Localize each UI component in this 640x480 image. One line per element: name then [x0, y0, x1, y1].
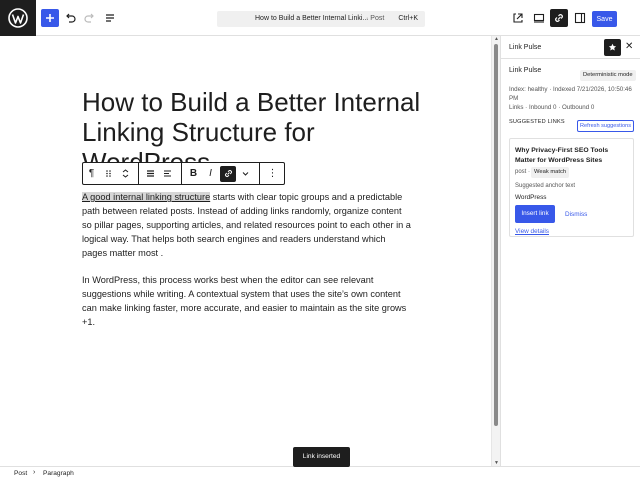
chevron-down-icon[interactable]	[237, 163, 254, 184]
block-toolbar: ¶ B I ⋮	[82, 162, 285, 185]
drag-handle-icon[interactable]	[100, 163, 117, 184]
view-details-link[interactable]: View details	[515, 228, 549, 235]
anchor-label: Suggested anchor text	[515, 183, 576, 189]
star-icon	[608, 43, 617, 51]
post-title[interactable]: How to Build a Better Internal Linking S…	[82, 87, 432, 165]
chevron-right-icon: ›	[33, 469, 36, 476]
suggestion-title: Why Privacy-First SEO Tools Matter for W…	[515, 147, 609, 164]
paragraph-icon[interactable]: ¶	[83, 163, 100, 184]
bold-button[interactable]: B	[185, 163, 202, 184]
dismiss-button[interactable]: Dismiss	[565, 211, 587, 218]
editor-header: How to Build a Better Internal Linki... …	[0, 0, 640, 36]
move-up-down-icon[interactable]	[117, 163, 134, 184]
link-icon	[224, 170, 232, 177]
suggestion-type: post ·	[515, 169, 531, 175]
list-view-icon[interactable]	[101, 9, 119, 27]
sidebar-toggle-icon[interactable]	[571, 9, 589, 27]
align-icon[interactable]	[142, 163, 159, 184]
wordpress-logo-icon[interactable]	[0, 0, 36, 36]
sidebar-title: Link Pulse	[509, 44, 542, 51]
document-title: How to Build a Better Internal Linki...	[255, 15, 369, 22]
breadcrumb-paragraph[interactable]: Paragraph	[43, 470, 74, 477]
scroll-thumb[interactable]	[494, 44, 498, 426]
save-button[interactable]: Save	[592, 11, 617, 27]
text-align-icon[interactable]	[159, 163, 176, 184]
link-icon	[555, 14, 563, 22]
plus-icon[interactable]	[41, 9, 59, 27]
undo-icon[interactable]	[61, 9, 79, 27]
document-bar[interactable]: How to Build a Better Internal Linki... …	[217, 11, 425, 27]
external-view-icon[interactable]	[509, 9, 527, 27]
paragraph-block[interactable]: A good internal linking structure starts…	[82, 190, 412, 260]
link-pulse-sidebar: Link Pulse ✕ Link Pulse Deterministic mo…	[500, 36, 640, 466]
desktop-preview-icon[interactable]	[530, 9, 548, 27]
refresh-suggestions-button[interactable]: Refresh suggestions	[577, 120, 634, 132]
breadcrumb: Post › Paragraph	[0, 466, 640, 480]
match-badge: Weak match	[531, 167, 570, 178]
links-stats: Links · Inbound 0 · Outbound 0	[509, 104, 595, 111]
command-shortcut: Ctrl+K	[398, 15, 418, 22]
insert-link-button[interactable]: Insert link	[515, 205, 555, 223]
snackbar-notice: Link inserted	[293, 447, 350, 467]
redo-icon[interactable]	[81, 9, 99, 27]
paragraph-block[interactable]: In WordPress, this process works best wh…	[82, 273, 412, 329]
anchor-text: WordPress	[515, 194, 547, 201]
close-icon[interactable]: ✕	[625, 41, 633, 52]
italic-button[interactable]: I	[202, 163, 219, 184]
sidebar-header: Link Pulse ✕	[501, 36, 640, 59]
scroll-up-icon[interactable]: ▲	[493, 36, 500, 42]
document-type: · Post	[366, 15, 385, 22]
suggested-links-heading: SUGGESTED LINKS	[509, 119, 565, 125]
index-status: Index: healthy · Indexed 7/21/2026, 10:5…	[509, 86, 632, 102]
selected-link-text[interactable]: A good internal linking structure	[82, 192, 211, 202]
more-options-icon[interactable]: ⋮	[264, 163, 281, 184]
breadcrumb-post[interactable]: Post	[14, 470, 27, 477]
star-pin-button[interactable]	[604, 39, 621, 56]
link-pulse-toggle[interactable]	[550, 9, 568, 27]
editor-canvas: How to Build a Better Internal Linking S…	[0, 36, 491, 466]
mode-badge: Deterministic mode	[580, 70, 636, 81]
editor-scrollbar[interactable]: ▲ ▼	[491, 36, 500, 466]
link-button[interactable]	[220, 165, 236, 182]
panel-label: Link Pulse	[509, 67, 542, 74]
suggestion-card: Why Privacy-First SEO Tools Matter for W…	[509, 138, 634, 237]
